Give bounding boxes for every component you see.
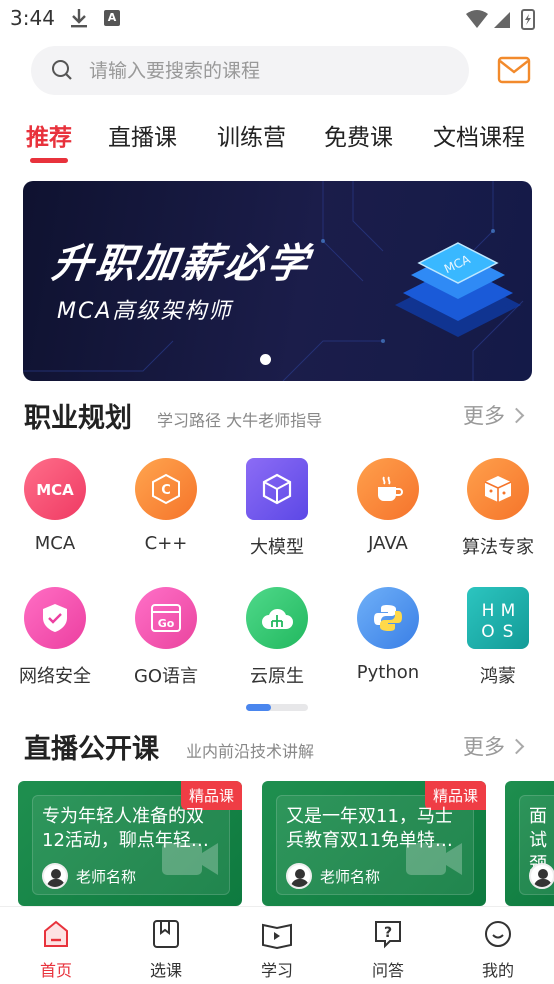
live-more-label: 更多 <box>463 735 505 759</box>
banner-headline: 升职加薪必学 <box>49 241 314 287</box>
avatar <box>286 863 312 889</box>
question-icon: ? <box>375 921 401 949</box>
live-section-subtitle: 业内前沿技术讲解 <box>186 742 315 761</box>
grid-page-indicator <box>246 704 308 711</box>
career-item-mca[interactable]: MCA MCA <box>10 458 100 554</box>
home-icon <box>44 920 68 947</box>
tab-documents[interactable]: 文档课程 <box>433 118 525 152</box>
tab-recommend[interactable]: 推荐 <box>26 118 72 152</box>
nav-home[interactable]: 首页 <box>21 919 91 981</box>
nav-label: 选课 <box>149 961 182 980</box>
banner-subline: MCA高级架构师 <box>57 299 233 324</box>
tab-training[interactable]: 训练营 <box>217 118 286 152</box>
banner-page-indicator[interactable] <box>260 354 271 365</box>
promo-banner[interactable]: 升职加薪必学 MCA高级架构师 MCA <box>23 181 532 381</box>
svg-text:?: ? <box>384 925 392 941</box>
large-model-icon <box>246 458 308 520</box>
svg-text:M: M <box>501 601 516 621</box>
teacher-info: 老师名称 <box>42 863 136 889</box>
career-section-title: 职业规划 <box>24 403 132 434</box>
nav-label: 问答 <box>371 961 404 980</box>
live-card[interactable]: 精品课 又是一年双11，马士兵教育双11免单特… 老师名称 <box>262 781 486 906</box>
career-item-label: Python <box>356 662 420 683</box>
live-card[interactable]: 面试颈… <box>505 781 554 906</box>
nav-label: 我的 <box>481 961 514 980</box>
teacher-name: 老师名称 <box>76 867 137 886</box>
svg-text:O: O <box>481 622 494 640</box>
career-item-label: MCA <box>34 533 76 554</box>
download-icon <box>71 9 87 28</box>
career-more-label: 更多 <box>463 404 505 428</box>
live-card-title: 专为年轻人准备的双12活动，聊点年轻… <box>42 806 209 851</box>
status-bar: 3:44 A <box>0 0 554 38</box>
career-item-label: C++ <box>144 533 188 554</box>
career-item-go[interactable]: Go GO语言 <box>121 587 211 688</box>
go-icon: Go <box>135 587 197 649</box>
nav-study[interactable]: 学习 <box>242 919 312 981</box>
career-item-cloud-native[interactable]: 云原生 <box>232 587 322 688</box>
play-book-icon <box>262 923 292 950</box>
live-card-title: 又是一年双11，马士兵教育双11免单特… <box>286 806 453 851</box>
bookmark-icon <box>153 920 179 948</box>
java-icon <box>357 458 419 520</box>
career-item-algorithm[interactable]: 算法专家 <box>453 458 543 559</box>
tab-free[interactable]: 免费课 <box>324 118 393 152</box>
career-section-subtitle: 学习路径 大牛老师指导 <box>157 411 323 430</box>
career-item-label: 大模型 <box>250 537 304 558</box>
chip-illustration: MCA <box>395 242 521 337</box>
career-item-security[interactable]: 网络安全 <box>10 587 100 688</box>
svg-text:H: H <box>482 601 495 621</box>
tab-underline <box>30 158 68 163</box>
nav-label: 首页 <box>39 961 72 980</box>
cpp-icon: C <box>135 458 197 520</box>
career-item-label: GO语言 <box>133 666 199 687</box>
status-time: 3:44 <box>10 6 55 30</box>
chevron-right-icon <box>508 407 525 424</box>
nav-courses[interactable]: 选课 <box>131 919 201 981</box>
mail-icon[interactable] <box>497 56 531 84</box>
python-icon <box>357 587 419 649</box>
avatar <box>529 863 554 889</box>
svg-text:Go: Go <box>158 617 175 630</box>
svg-text:S: S <box>503 622 514 640</box>
bottom-navigation: 首页 选课 学习 ? 问答 我的 <box>0 906 554 984</box>
career-item-large-model[interactable]: 大模型 <box>232 458 322 559</box>
career-item-python[interactable]: Python <box>343 587 433 683</box>
live-section-title: 直播公开课 <box>24 734 159 765</box>
algorithm-icon <box>467 458 529 520</box>
cloud-native-icon <box>246 587 308 649</box>
search-icon <box>52 60 72 80</box>
nav-label: 学习 <box>260 961 293 980</box>
security-icon <box>24 587 86 649</box>
network-status-icon <box>466 9 535 30</box>
career-item-label: 云原生 <box>250 666 304 687</box>
teacher-name: 老师名称 <box>320 867 381 886</box>
career-item-label: 网络安全 <box>19 666 91 687</box>
career-item-label: 算法专家 <box>462 537 534 558</box>
career-item-java[interactable]: JAVA <box>343 458 433 554</box>
nav-profile[interactable]: 我的 <box>463 919 533 981</box>
chevron-right-icon <box>508 738 525 755</box>
teacher-info <box>529 863 554 889</box>
search-input[interactable] <box>89 56 449 85</box>
career-item-harmony[interactable]: HMOS 鸿蒙 <box>453 587 543 688</box>
career-item-label: 鸿蒙 <box>480 666 516 687</box>
career-item-cpp[interactable]: C C++ <box>121 458 211 554</box>
svg-text:C: C <box>161 483 171 498</box>
avatar <box>42 863 68 889</box>
live-more-link[interactable]: 更多 <box>463 731 525 761</box>
svg-text:MCA: MCA <box>36 481 74 499</box>
career-more-link[interactable]: 更多 <box>463 400 525 430</box>
mca-icon: MCA <box>24 458 86 520</box>
harmony-icon: HMOS <box>467 587 529 649</box>
profile-icon <box>485 921 511 947</box>
ai-notification-icon: A <box>104 10 120 26</box>
search-bar[interactable] <box>31 46 469 95</box>
career-item-label: JAVA <box>368 533 408 554</box>
live-card[interactable]: 精品课 专为年轻人准备的双12活动，聊点年轻… 老师名称 <box>18 781 242 906</box>
teacher-info: 老师名称 <box>286 863 380 889</box>
nav-qa[interactable]: ? 问答 <box>353 919 423 981</box>
tab-live[interactable]: 直播课 <box>108 118 177 152</box>
